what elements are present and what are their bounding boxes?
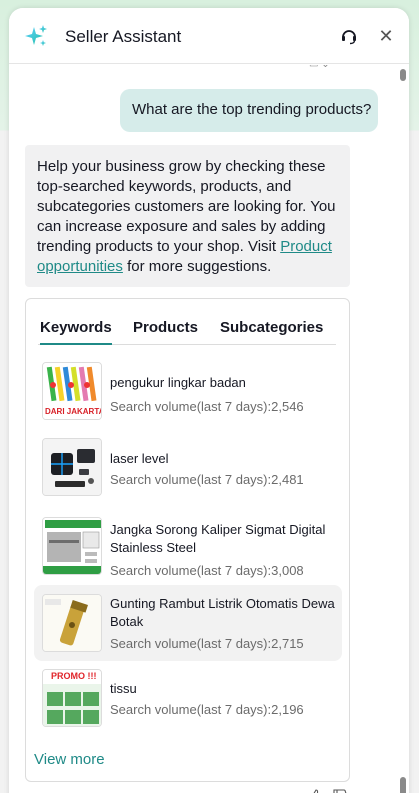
view-more-link[interactable]: View more bbox=[34, 751, 105, 768]
keyword-name: laser level bbox=[110, 451, 169, 466]
thumbnail-caption: DARI JAKARTA bbox=[45, 407, 102, 416]
panel-title: Seller Assistant bbox=[65, 27, 182, 46]
scrollbar-arrow-up[interactable] bbox=[400, 69, 406, 81]
list-item[interactable]: Gunting Rambut Listrik Otomatis Dewa Bot… bbox=[34, 585, 342, 661]
sparkle-icon bbox=[25, 25, 47, 46]
assistant-message-text-end: for more suggestions. bbox=[122, 258, 272, 275]
search-volume: Search volume(last 7 days):2,196 bbox=[110, 702, 304, 717]
product-thumbnail: PROMO !!! bbox=[42, 669, 102, 727]
thumbs-down-icon[interactable] bbox=[332, 789, 348, 793]
panel-header: Seller Assistant ✕ bbox=[9, 8, 409, 64]
keyword-name: tissu bbox=[110, 681, 137, 696]
list-item[interactable]: PROMO !!! tissu Search volume(last 7 day… bbox=[34, 665, 342, 733]
search-volume: Search volume(last 7 days):2,481 bbox=[110, 472, 304, 487]
message-feedback bbox=[308, 789, 352, 793]
scrollbar-thumb[interactable] bbox=[400, 777, 406, 793]
keyword-name: pengukur lingkar badan bbox=[110, 375, 246, 390]
scrollbar[interactable] bbox=[400, 65, 406, 793]
product-thumbnail bbox=[42, 594, 102, 652]
keyword-name: Jangka Sorong Kaliper Sigmat Digital Sta… bbox=[110, 522, 326, 555]
user-message-bubble: What are the top trending products? bbox=[120, 89, 378, 132]
thumbnail-caption: PROMO !!! bbox=[51, 671, 97, 681]
search-volume: Search volume(last 7 days):2,715 bbox=[110, 636, 304, 651]
tab-products[interactable]: Products bbox=[133, 319, 198, 342]
user-message-text: What are the top trending products? bbox=[132, 101, 372, 118]
product-thumbnail bbox=[42, 517, 102, 575]
thumbs-up-icon[interactable] bbox=[308, 789, 324, 793]
trending-tabs: Keywords Products Subcategories bbox=[38, 319, 336, 345]
assistant-message-bubble: Help your business grow by checking thes… bbox=[25, 145, 350, 287]
close-icon[interactable]: ✕ bbox=[377, 26, 395, 46]
list-item[interactable]: Jangka Sorong Kaliper Sigmat Digital Sta… bbox=[34, 511, 342, 585]
seller-assistant-panel: Seller Assistant ✕ ▭ ⌄ What are the top … bbox=[9, 8, 409, 793]
headset-icon[interactable] bbox=[339, 26, 359, 46]
search-volume: Search volume(last 7 days):2,546 bbox=[110, 399, 304, 414]
previous-message-actions: ▭ ⌄ bbox=[309, 65, 330, 70]
product-thumbnail bbox=[42, 438, 102, 496]
trending-card: Keywords Products Subcategories DARI JAK… bbox=[25, 298, 350, 782]
tab-subcategories[interactable]: Subcategories bbox=[220, 319, 323, 342]
keyword-name: Gunting Rambut Listrik Otomatis Dewa Bot… bbox=[110, 596, 335, 629]
list-item[interactable]: DARI JAKARTA pengukur lingkar badan Sear… bbox=[34, 357, 342, 425]
list-item[interactable]: laser level Search volume(last 7 days):2… bbox=[34, 433, 342, 501]
chat-scroll-area[interactable]: ▭ ⌄ What are the top trending products? … bbox=[9, 65, 409, 793]
product-thumbnail: DARI JAKARTA bbox=[42, 362, 102, 420]
search-volume: Search volume(last 7 days):3,008 bbox=[110, 563, 304, 578]
tab-keywords[interactable]: Keywords bbox=[40, 319, 112, 345]
